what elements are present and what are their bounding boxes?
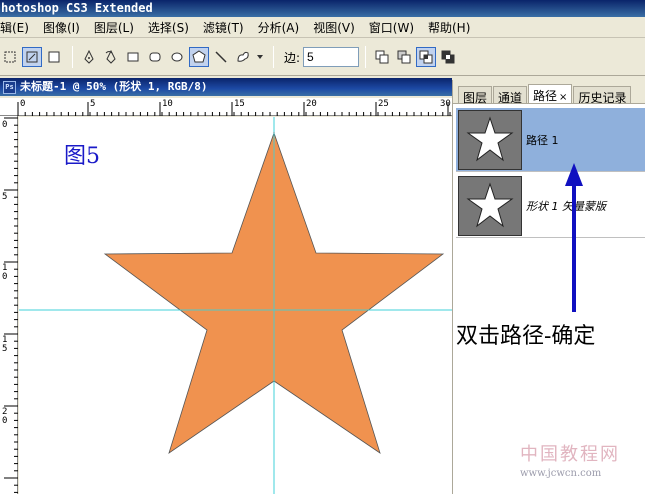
path-item-vector-mask[interactable]: 形状 1 矢量蒙版 bbox=[456, 174, 645, 238]
ruler-v-label: 20 bbox=[2, 407, 8, 426]
path-item-path1[interactable]: 路径 1 bbox=[456, 108, 645, 172]
custom-shape-icon[interactable] bbox=[233, 47, 253, 67]
exclude-shape-icon[interactable] bbox=[438, 47, 458, 67]
shape-layers-icon[interactable] bbox=[0, 47, 20, 67]
tab-history[interactable]: 历史记录 bbox=[573, 86, 632, 105]
intersect-shape-icon[interactable] bbox=[416, 47, 437, 67]
options-bar: 边: 5 bbox=[0, 39, 645, 76]
ruler-v-label: 5 bbox=[2, 192, 8, 202]
ruler-h-label: 10 bbox=[162, 99, 173, 109]
app-title: hotoshop CS3 Extended bbox=[1, 1, 153, 15]
tab-paths[interactable]: 路径 × bbox=[528, 84, 573, 103]
path-thumbnail bbox=[458, 175, 522, 236]
toolbar-divider bbox=[365, 46, 367, 68]
watermark-title: 中国教程网 bbox=[520, 444, 620, 465]
menu-edit[interactable]: 辑(E) bbox=[0, 19, 37, 36]
panel-tabs: 图层 通道 路径 × 历史记录 bbox=[453, 80, 645, 105]
annotation-text: 双击路径-确定 bbox=[456, 324, 596, 349]
menu-select[interactable]: 选择(S) bbox=[148, 19, 197, 36]
menu-layer[interactable]: 图层(L) bbox=[94, 19, 142, 36]
add-to-shape-icon[interactable] bbox=[372, 47, 392, 67]
document-titlebar[interactable]: Ps 未标题-1 @ 50% (形状 1, RGB/8) bbox=[0, 78, 452, 96]
ruler-h-label: 20 bbox=[306, 99, 317, 109]
menu-filter[interactable]: 滤镜(T) bbox=[203, 19, 252, 36]
app-titlebar: hotoshop CS3 Extended bbox=[0, 0, 645, 17]
close-icon[interactable]: × bbox=[559, 92, 567, 103]
site-watermark: 中国教程网 www.jcwcn.com bbox=[520, 440, 638, 490]
watermark-url: www.jcwcn.com bbox=[520, 468, 602, 479]
chevron-down-icon[interactable] bbox=[255, 47, 265, 67]
menu-image[interactable]: 图像(I) bbox=[43, 19, 88, 36]
ruler-h-label: 15 bbox=[234, 99, 245, 109]
path-thumbnail bbox=[458, 109, 522, 170]
ruler-h-label: 25 bbox=[378, 99, 389, 109]
rectangle-tool-icon[interactable] bbox=[123, 47, 143, 67]
ruler-v-label: 10 bbox=[2, 263, 8, 282]
menu-bar: 辑(E) 图像(I) 图层(L) 选择(S) 滤镜(T) 分析(A) 视图(V)… bbox=[0, 17, 645, 38]
path-item-label: 形状 1 矢量蒙版 bbox=[526, 199, 606, 213]
menu-view[interactable]: 视图(V) bbox=[313, 19, 363, 36]
ellipse-tool-icon[interactable] bbox=[167, 47, 187, 67]
ruler-h-label: 5 bbox=[90, 99, 96, 109]
ruler-v-label: 0 bbox=[2, 120, 8, 130]
ruler-h-label: 30 bbox=[440, 99, 451, 109]
sides-input[interactable]: 5 bbox=[303, 47, 360, 67]
tab-layers[interactable]: 图层 bbox=[458, 86, 493, 105]
pen-tool-icon[interactable] bbox=[79, 47, 99, 67]
document-title: 未标题-1 @ 50% (形状 1, RGB/8) bbox=[20, 80, 208, 93]
menu-help[interactable]: 帮助(H) bbox=[428, 19, 478, 36]
freeform-pen-icon[interactable] bbox=[101, 47, 121, 67]
document-canvas[interactable]: 图5 bbox=[19, 117, 452, 494]
paths-panel: 图层 通道 路径 × 历史记录 路径 1 形状 1 矢量蒙版 bbox=[452, 80, 645, 494]
sides-label: 边: bbox=[284, 50, 301, 65]
horizontal-ruler[interactable]: 0 5 10 15 20 25 30 bbox=[0, 98, 452, 116]
path-item-label: 路径 1 bbox=[526, 133, 559, 147]
subtract-shape-icon[interactable] bbox=[394, 47, 414, 67]
ruler-v-label: 15 bbox=[2, 335, 8, 354]
photoshop-doc-icon: Ps bbox=[3, 80, 16, 94]
toolbar-divider bbox=[72, 46, 73, 68]
star-icon bbox=[466, 115, 514, 161]
figure-label: 图5 bbox=[64, 144, 100, 169]
polygon-tool-icon[interactable] bbox=[189, 47, 209, 67]
paths-mode-icon[interactable] bbox=[22, 47, 42, 67]
vertical-ruler[interactable]: 0 5 10 15 20 bbox=[0, 116, 18, 494]
rounded-rectangle-icon[interactable] bbox=[145, 47, 165, 67]
tab-paths-label: 路径 bbox=[533, 89, 558, 103]
fill-pixels-icon[interactable] bbox=[44, 47, 64, 67]
menu-analysis[interactable]: 分析(A) bbox=[258, 19, 308, 36]
line-tool-icon[interactable] bbox=[211, 47, 231, 67]
menu-window[interactable]: 窗口(W) bbox=[369, 19, 422, 36]
toolbar-divider bbox=[273, 46, 274, 68]
ruler-h-label: 0 bbox=[20, 99, 26, 109]
star-icon bbox=[466, 181, 514, 227]
tab-channels[interactable]: 通道 bbox=[493, 86, 528, 105]
